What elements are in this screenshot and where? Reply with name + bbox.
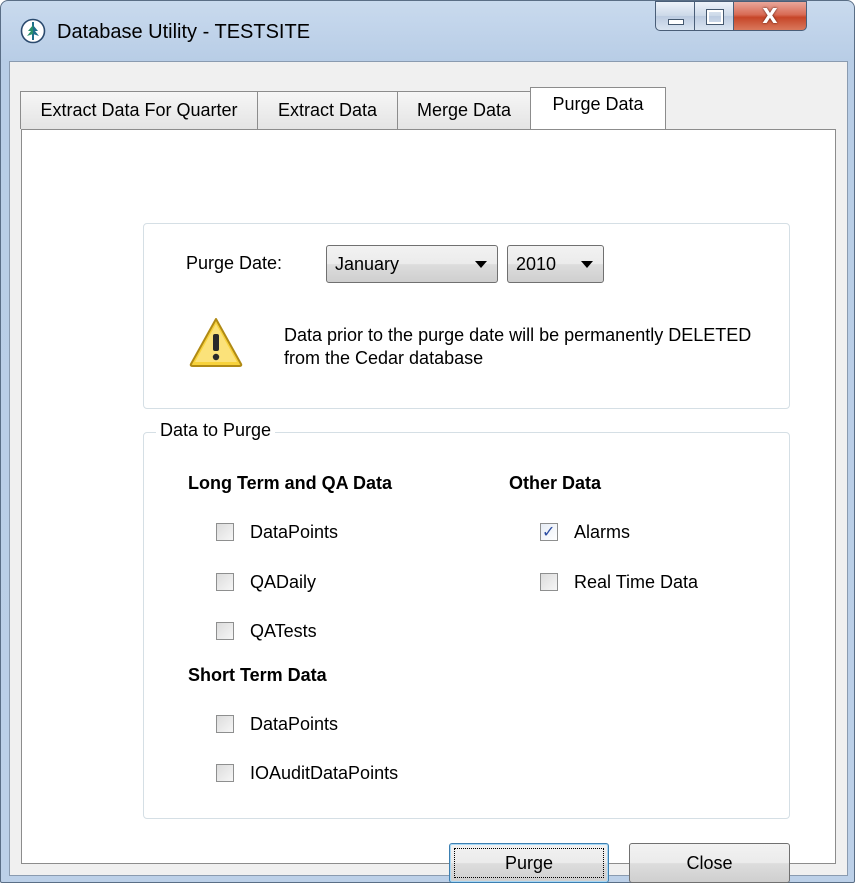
checkbox-qatests[interactable] — [216, 622, 234, 640]
short-term-heading: Short Term Data — [188, 665, 327, 685]
tab-extract-data-for-quarter[interactable]: Extract Data For Quarter — [20, 91, 258, 129]
window-title: Database Utility - TESTSITE — [57, 21, 311, 43]
month-value: January — [335, 254, 400, 274]
checkbox-lt-datapoints[interactable] — [216, 523, 234, 541]
checkbox-label: Alarms — [574, 522, 631, 542]
tab-extract-data[interactable]: Extract Data — [257, 91, 398, 129]
checkbox-real-time-data[interactable] — [540, 573, 558, 591]
close-icon: X — [762, 4, 778, 28]
maximize-button[interactable] — [694, 1, 734, 31]
minimize-button[interactable] — [655, 1, 695, 31]
warning-message: Data prior to the purge date will be per… — [284, 325, 752, 368]
checkmark-icon: ✓ — [542, 522, 556, 541]
close-button[interactable]: Close — [629, 843, 790, 883]
checkbox-label: DataPoints — [250, 522, 339, 542]
long-term-heading: Long Term and QA Data — [188, 473, 393, 493]
tab-label: Merge Data — [416, 100, 512, 120]
checkbox-label: Real Time Data — [574, 572, 699, 592]
warning-icon — [189, 318, 243, 367]
chevron-down-icon — [475, 261, 487, 268]
app-window: Database Utility - TESTSITE X Extract Da… — [0, 0, 855, 883]
purge-date-label: Purge Date: — [186, 253, 283, 273]
checkbox-label: IOAuditDataPoints — [250, 763, 399, 783]
maximize-icon — [706, 9, 724, 25]
purge-date-group: Purge Date: January 2010 Data prior to t… — [143, 223, 790, 409]
checkbox-label: QADaily — [250, 572, 317, 592]
app-logo-icon — [20, 18, 46, 44]
close-window-button[interactable]: X — [733, 1, 807, 31]
purge-button[interactable]: Purge — [449, 843, 609, 883]
purge-data-panel: Purge Date: January 2010 Data prior to t… — [21, 129, 836, 883]
checkbox-ioauditdatapoints[interactable] — [216, 764, 234, 782]
checkbox-st-datapoints[interactable] — [216, 715, 234, 733]
client-area: Extract Data For Quarter Extract Data Me… — [9, 61, 848, 883]
year-select[interactable]: 2010 — [507, 245, 604, 283]
data-to-purge-group: Data to Purge Long Term and QA Data Data… — [143, 420, 790, 819]
checkbox-alarms[interactable]: ✓ — [540, 522, 558, 541]
year-value: 2010 — [516, 254, 557, 274]
month-select[interactable]: January — [326, 245, 498, 283]
checkbox-qadaily[interactable] — [216, 573, 234, 591]
tab-merge-data[interactable]: Merge Data — [397, 91, 531, 129]
tab-purge-data[interactable]: Purge Data — [530, 87, 666, 129]
focus-rect — [454, 848, 604, 878]
tab-label: Extract Data For Quarter — [40, 100, 238, 120]
title-bar[interactable]: Database Utility - TESTSITE X — [1, 1, 854, 61]
group-legend: Data to Purge — [156, 420, 276, 441]
other-data-heading: Other Data — [509, 473, 602, 493]
minimize-icon — [668, 19, 684, 25]
tab-label: Purge Data — [552, 94, 644, 114]
chevron-down-icon — [581, 261, 593, 268]
close-button-label: Close — [686, 853, 733, 873]
checkbox-label: QATests — [250, 621, 317, 641]
checkbox-label: DataPoints — [250, 714, 339, 734]
tab-label: Extract Data — [277, 100, 378, 120]
